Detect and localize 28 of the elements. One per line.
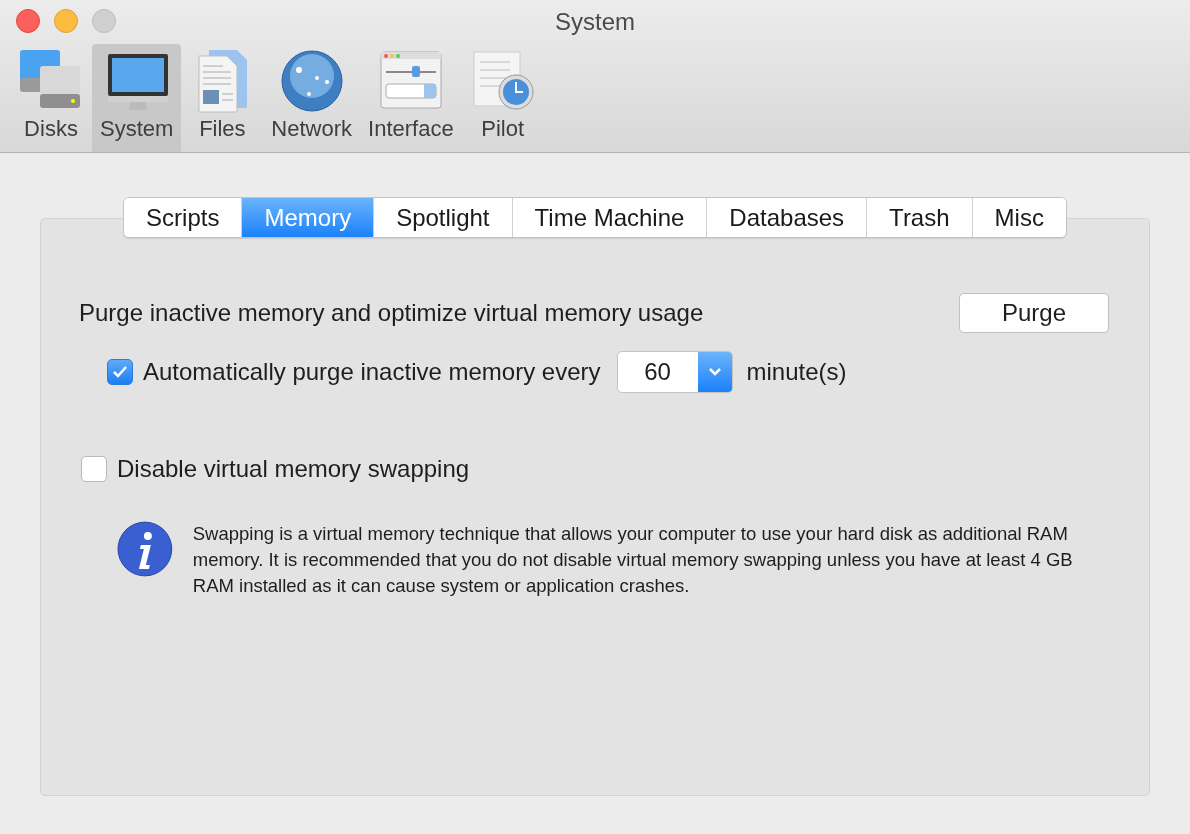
close-button[interactable] — [16, 9, 40, 33]
purge-button[interactable]: Purge — [959, 293, 1109, 333]
window-title: System — [555, 8, 635, 36]
tab[interactable]: Time Machine — [511, 198, 707, 237]
info-text: Swapping is a virtual memory technique that allows your computer to use your hard disk as additional RAM memory. It is recommended that you do not disable virtual memory swapping unless you have at least 4 GB RAM installed as it can cause system or application crashes. — [192, 522, 1074, 598]
toolbar-tab[interactable]: Network — [263, 44, 361, 152]
unit-label: minute(s) — [746, 358, 847, 386]
checkbox[interactable] — [81, 456, 107, 482]
purge-label: Purge inactive memory and optimize virtual memory usage — [79, 299, 704, 327]
toolbar-tab[interactable]: System — [92, 44, 182, 152]
info-icon — [117, 521, 173, 577]
tab[interactable]: Misc — [971, 198, 1066, 237]
chevron-down-icon — [707, 367, 722, 377]
tab[interactable]: Spotlight — [373, 198, 512, 237]
toolbar-tab[interactable]: Files — [181, 44, 264, 152]
tab[interactable]: Scripts — [124, 198, 242, 237]
interval-dropdown[interactable]: 60 — [616, 351, 733, 393]
minimize-button[interactable] — [54, 9, 78, 33]
tab[interactable]: Databases — [706, 198, 867, 237]
zoom-button[interactable] — [92, 9, 116, 33]
tab[interactable]: Trash — [866, 198, 972, 237]
globe-icon — [278, 48, 345, 114]
toolbar-tab[interactable]: Pilot — [461, 44, 544, 152]
checkbox-label: Disable virtual memory swapping — [117, 455, 470, 483]
toolbar-tab[interactable]: Interface — [360, 44, 462, 152]
checkbox[interactable] — [107, 359, 133, 385]
checkbox-label: Automatically purge inactive memory every — [143, 358, 601, 386]
toolbar-tab[interactable]: Disks — [10, 44, 92, 152]
